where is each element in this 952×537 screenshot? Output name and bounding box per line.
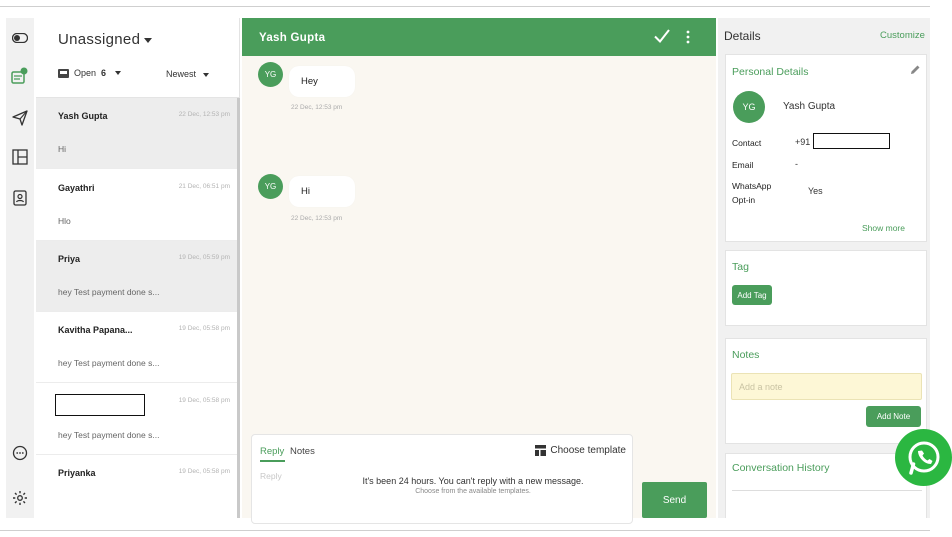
- reply-window-hint: Choose from the available templates.: [415, 488, 531, 495]
- conversation-item[interactable]: Gayathri 21 Dec, 06:51 pm Hlo: [36, 170, 237, 241]
- contact-name: Kavitha Papana...: [58, 325, 133, 335]
- timestamp: 22 Dec, 12:53 pm: [178, 111, 230, 118]
- note-input[interactable]: Add a note: [731, 373, 922, 400]
- whatsapp-icon[interactable]: [895, 429, 952, 486]
- send-button[interactable]: Send: [642, 482, 707, 518]
- message-preview: hey Test payment done s...: [58, 287, 160, 297]
- add-note-button[interactable]: Add Note: [866, 406, 921, 427]
- app-window: Unassigned Open 6 Newest Yash Gupta 22 D…: [0, 0, 952, 537]
- template-icon: [535, 445, 547, 456]
- conversation-item[interactable]: Priyanka 19 Dec, 05:58 pm: [36, 455, 237, 518]
- redacted-phone: [813, 133, 890, 149]
- send-icon[interactable]: [10, 108, 30, 128]
- filter-label: Unassigned: [58, 31, 141, 48]
- contacts-icon[interactable]: [10, 188, 30, 208]
- contact-name: Gayathri: [58, 183, 95, 193]
- chat-contact-name: Yash Gupta: [259, 32, 326, 44]
- message-composer: Reply Notes Choose template Reply It's b…: [251, 434, 633, 524]
- list-header: Unassigned Open 6 Newest: [36, 18, 240, 98]
- check-icon[interactable]: [653, 27, 671, 45]
- optin-label: WhatsApp: [732, 181, 772, 191]
- card-title: Conversation History: [732, 462, 830, 474]
- status-label: Open: [74, 68, 97, 78]
- email-value: -: [795, 159, 798, 169]
- conversation-item[interactable]: Priya 19 Dec, 05:59 pm hey Test payment …: [36, 241, 237, 312]
- choose-template-label: Choose template: [550, 445, 626, 456]
- card-title: Notes: [732, 349, 760, 361]
- tab-reply[interactable]: Reply: [260, 446, 284, 457]
- tab-underline: [260, 460, 285, 462]
- chevron-down-icon: [203, 72, 210, 77]
- message-time: 22 Dec, 12:53 pm: [291, 104, 343, 111]
- notes-card: Notes Add a note Add Note: [725, 338, 927, 444]
- timestamp: 19 Dec, 05:58 pm: [178, 397, 230, 404]
- message-preview: Hi: [58, 144, 67, 154]
- timestamp: 21 Dec, 06:51 pm: [178, 183, 230, 190]
- tab-notes[interactable]: Notes: [290, 446, 315, 457]
- chevron-down-icon: [144, 37, 153, 43]
- inbox-icon: [58, 68, 69, 78]
- history-list: [732, 490, 922, 496]
- contact-name: Yash Gupta: [58, 111, 108, 121]
- conversation-item[interactable]: Kavitha Papana... 19 Dec, 05:58 pm hey T…: [36, 312, 237, 383]
- sort-label: Newest: [166, 69, 197, 79]
- show-more-link[interactable]: Show more: [862, 223, 905, 233]
- toggle-icon[interactable]: [10, 28, 30, 48]
- choose-template-button[interactable]: Choose template: [535, 445, 626, 456]
- contact-name: Priyanka: [58, 468, 96, 478]
- more-options-icon[interactable]: [685, 30, 691, 44]
- message-preview: Hlo: [58, 216, 71, 226]
- message-preview: hey Test payment done s...: [58, 358, 160, 368]
- divider: [0, 6, 930, 7]
- chevron-down-icon: [115, 71, 122, 75]
- contact-label: Contact: [732, 138, 762, 148]
- redacted-name: [55, 394, 145, 416]
- divider: [0, 530, 930, 531]
- message-time: 22 Dec, 12:53 pm: [291, 215, 343, 222]
- avatar: YG: [258, 174, 283, 199]
- edit-icon[interactable]: [909, 64, 921, 76]
- timestamp: 19 Dec, 05:58 pm: [178, 468, 230, 475]
- status-filter[interactable]: Open 6: [58, 68, 122, 78]
- help-chat-icon[interactable]: [10, 443, 30, 463]
- reply-window-warning: It's been 24 hours. You can't reply with…: [362, 476, 584, 486]
- contact-name: Priya: [58, 254, 81, 264]
- avatar: YG: [258, 62, 283, 87]
- chat-panel: Yash Gupta YG Hey 22 Dec, 12:53 pm YG Hi…: [242, 18, 716, 524]
- scrollbar[interactable]: [237, 98, 240, 518]
- message-bubble: Hey: [289, 66, 355, 97]
- assignment-filter[interactable]: Unassigned: [58, 31, 153, 48]
- gear-icon[interactable]: [10, 488, 30, 508]
- card-title: Tag: [732, 261, 749, 273]
- email-label: Email: [732, 160, 754, 170]
- conversation-item[interactable]: 19 Dec, 05:58 pm hey Test payment done s…: [36, 384, 237, 455]
- contact-name: Yash Gupta: [783, 101, 836, 112]
- add-tag-button[interactable]: Add Tag: [732, 285, 772, 305]
- customize-link[interactable]: Customize: [880, 30, 925, 41]
- card-title: Personal Details: [732, 66, 809, 78]
- sort-dropdown[interactable]: Newest: [166, 69, 210, 79]
- conversation-list: Unassigned Open 6 Newest Yash Gupta 22 D…: [36, 18, 240, 518]
- nav-rail: [6, 18, 34, 518]
- chat-inbox-icon[interactable]: [10, 66, 30, 86]
- layout-icon[interactable]: [10, 147, 30, 167]
- timestamp: 19 Dec, 05:59 pm: [178, 254, 230, 261]
- conversation-item[interactable]: Yash Gupta 22 Dec, 12:53 pm Hi: [36, 98, 237, 169]
- details-title: Details: [724, 29, 761, 43]
- contact-value: +91: [795, 137, 811, 147]
- message-preview: hey Test payment done s...: [58, 430, 160, 440]
- personal-details-card: Personal Details YG Yash Gupta Contact +…: [725, 54, 927, 242]
- status-count: 6: [101, 68, 107, 78]
- avatar: YG: [733, 91, 765, 123]
- tag-card: Tag Add Tag: [725, 250, 927, 326]
- optin-value: Yes: [808, 186, 823, 196]
- timestamp: 19 Dec, 05:58 pm: [178, 325, 230, 332]
- message-bubble: Hi: [289, 176, 355, 207]
- optin-label: Opt-in: [732, 195, 756, 205]
- chat-header: Yash Gupta: [242, 18, 716, 56]
